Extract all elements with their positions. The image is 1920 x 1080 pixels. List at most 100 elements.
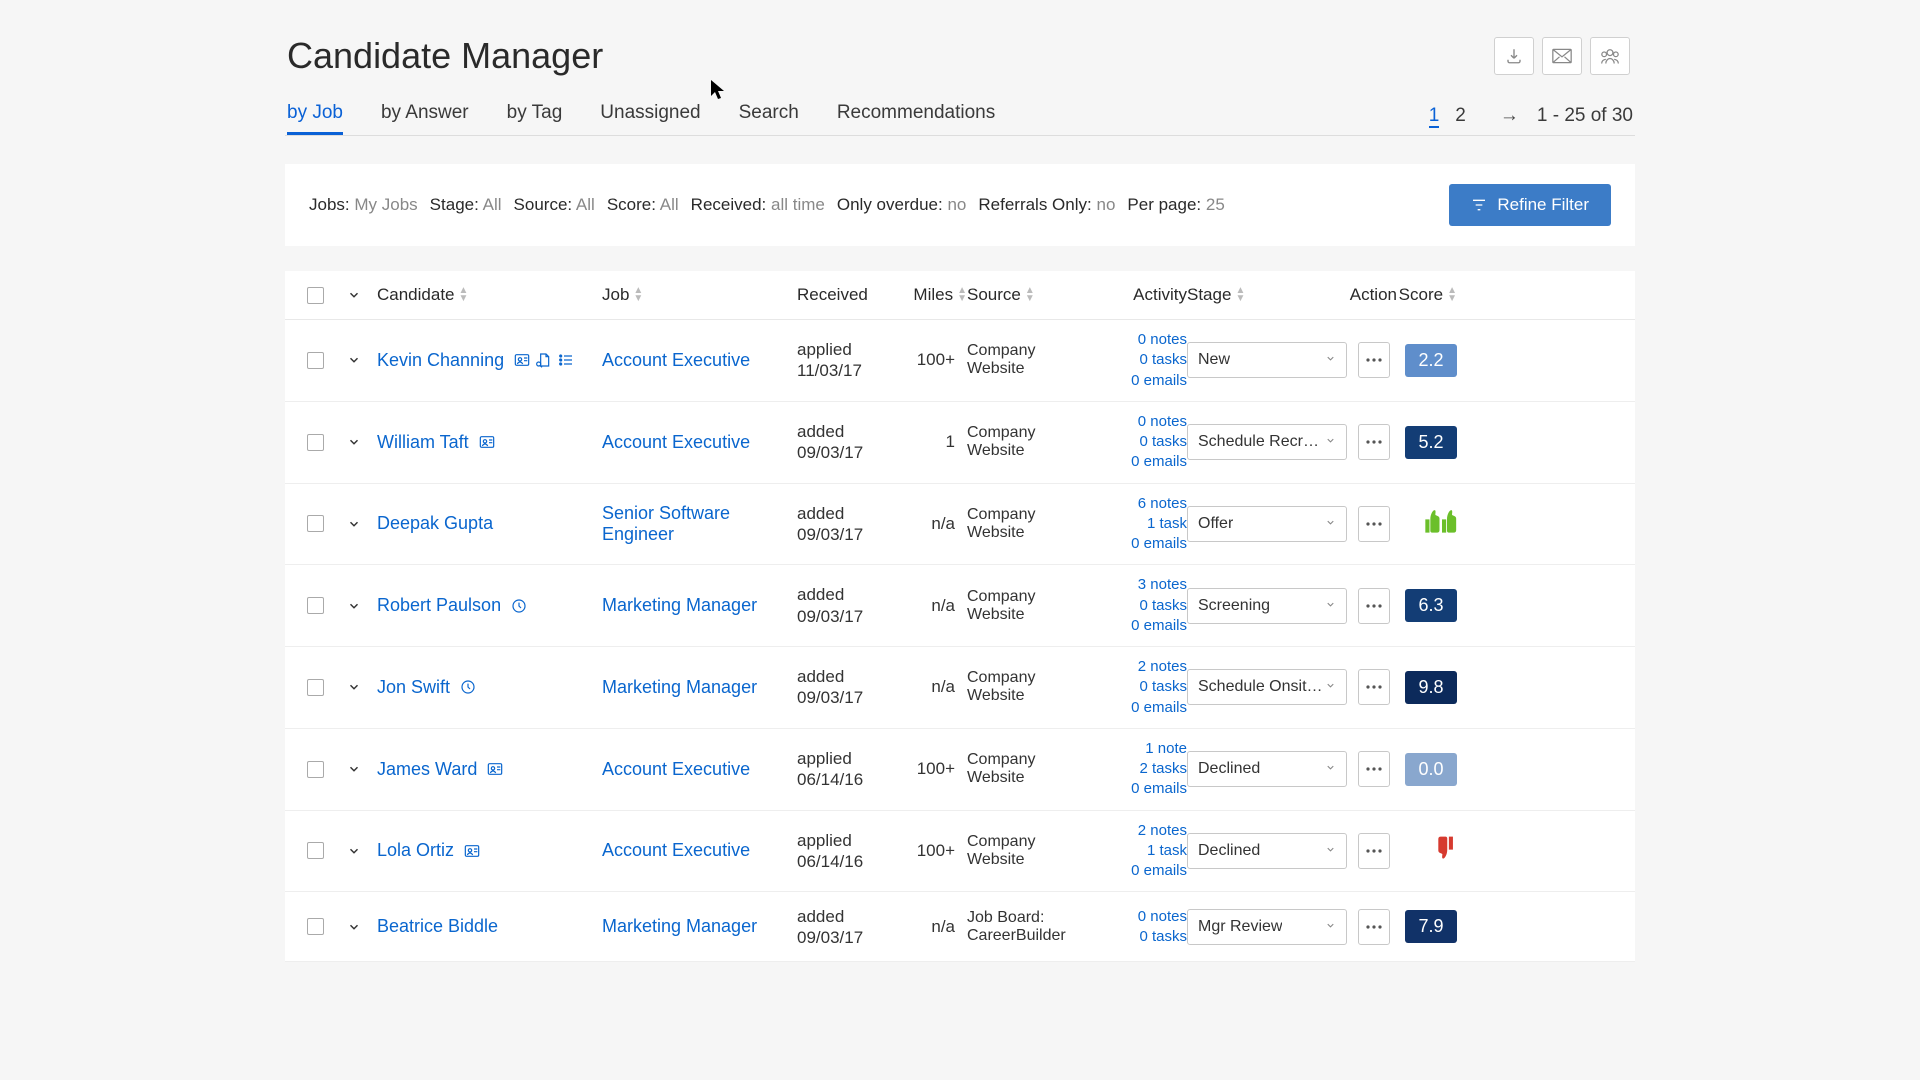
page-1[interactable]: 1 [1429, 105, 1440, 128]
row-checkbox[interactable] [307, 918, 324, 935]
job-link[interactable]: Senior Software Engineer [602, 503, 730, 544]
list-icon[interactable] [558, 352, 574, 368]
filter-source[interactable]: Source: All [514, 195, 595, 215]
tab-unassigned[interactable]: Unassigned [600, 102, 700, 135]
activity-link[interactable]: 0 tasks [1097, 677, 1187, 697]
candidate-link[interactable]: William Taft [377, 432, 469, 453]
filter-perpage[interactable]: Per page: 25 [1127, 195, 1224, 215]
candidate-link[interactable]: Jon Swift [377, 677, 450, 698]
row-checkbox[interactable] [307, 679, 324, 696]
stage-select[interactable]: Declined [1187, 833, 1347, 869]
filter-referralsonly[interactable]: Referrals Only: no [978, 195, 1115, 215]
row-action-button[interactable] [1358, 909, 1390, 945]
job-link[interactable]: Account Executive [602, 759, 750, 779]
expand-row-toggle[interactable] [347, 844, 377, 858]
expand-row-toggle[interactable] [347, 435, 377, 449]
job-link[interactable]: Marketing Manager [602, 595, 757, 615]
id-card-icon[interactable] [514, 352, 530, 368]
users-icon[interactable] [1590, 37, 1630, 75]
id-card-icon[interactable] [487, 761, 503, 777]
doc-search-icon[interactable] [536, 352, 552, 368]
stage-select[interactable]: Offer [1187, 506, 1347, 542]
candidate-link[interactable]: Lola Ortiz [377, 840, 454, 861]
activity-link[interactable]: 0 emails [1097, 698, 1187, 718]
row-action-button[interactable] [1358, 424, 1390, 460]
stage-select[interactable]: Declined [1187, 751, 1347, 787]
job-link[interactable]: Account Executive [602, 432, 750, 452]
next-page-arrow-icon[interactable]: → [1500, 105, 1519, 127]
clock-icon[interactable] [460, 679, 476, 695]
id-card-icon[interactable] [479, 434, 495, 450]
candidate-link[interactable]: Robert Paulson [377, 595, 501, 616]
row-checkbox[interactable] [307, 842, 324, 859]
activity-link[interactable]: 0 tasks [1097, 927, 1187, 947]
candidate-link[interactable]: James Ward [377, 759, 477, 780]
col-received[interactable]: Received [797, 285, 902, 305]
refine-filter-button[interactable]: Refine Filter [1449, 184, 1611, 226]
tab-by-answer[interactable]: by Answer [381, 102, 469, 135]
activity-link[interactable]: 0 emails [1097, 779, 1187, 799]
job-link[interactable]: Account Executive [602, 350, 750, 370]
select-all-checkbox[interactable] [307, 287, 324, 304]
expand-row-toggle[interactable] [347, 680, 377, 694]
tab-by-job[interactable]: by Job [287, 102, 343, 135]
stage-select[interactable]: Screening [1187, 588, 1347, 624]
expand-row-toggle[interactable] [347, 353, 377, 367]
page-2[interactable]: 2 [1455, 105, 1466, 126]
activity-link[interactable]: 0 tasks [1097, 432, 1187, 452]
activity-link[interactable]: 0 tasks [1097, 350, 1187, 370]
row-action-button[interactable] [1358, 833, 1390, 869]
activity-link[interactable]: 0 notes [1097, 330, 1187, 350]
activity-link[interactable]: 6 notes [1097, 494, 1187, 514]
col-source[interactable]: Source▲▼ [967, 285, 1097, 305]
expand-row-toggle[interactable] [347, 517, 377, 531]
filter-received[interactable]: Received: all time [691, 195, 825, 215]
tab-search[interactable]: Search [739, 102, 799, 135]
row-action-button[interactable] [1358, 342, 1390, 378]
row-action-button[interactable] [1358, 751, 1390, 787]
job-link[interactable]: Marketing Manager [602, 916, 757, 936]
activity-link[interactable]: 0 tasks [1097, 596, 1187, 616]
activity-link[interactable]: 2 notes [1097, 657, 1187, 677]
job-link[interactable]: Marketing Manager [602, 677, 757, 697]
expand-row-toggle[interactable] [347, 762, 377, 776]
filter-jobs[interactable]: Jobs: My Jobs [309, 195, 418, 215]
activity-link[interactable]: 0 emails [1097, 452, 1187, 472]
tab-by-tag[interactable]: by Tag [507, 102, 563, 135]
candidate-link[interactable]: Kevin Channing [377, 350, 504, 371]
candidate-link[interactable]: Deepak Gupta [377, 513, 493, 534]
row-action-button[interactable] [1358, 588, 1390, 624]
download-icon[interactable] [1494, 37, 1534, 75]
activity-link[interactable]: 0 emails [1097, 616, 1187, 636]
col-stage[interactable]: Stage▲▼ [1187, 285, 1352, 305]
activity-link[interactable]: 2 notes [1097, 821, 1187, 841]
activity-link[interactable]: 0 emails [1097, 534, 1187, 554]
activity-link[interactable]: 1 note [1097, 739, 1187, 759]
row-checkbox[interactable] [307, 434, 324, 451]
activity-link[interactable]: 0 notes [1097, 412, 1187, 432]
col-miles[interactable]: Miles▲▼ [902, 285, 967, 305]
activity-link[interactable]: 3 notes [1097, 575, 1187, 595]
filter-score[interactable]: Score: All [607, 195, 679, 215]
row-action-button[interactable] [1358, 506, 1390, 542]
tab-recommendations[interactable]: Recommendations [837, 102, 995, 135]
row-checkbox[interactable] [307, 515, 324, 532]
row-checkbox[interactable] [307, 597, 324, 614]
expand-all-toggle[interactable] [347, 288, 377, 302]
activity-link[interactable]: 1 task [1097, 841, 1187, 861]
filter-onlyoverdue[interactable]: Only overdue: no [837, 195, 967, 215]
mail-icon[interactable] [1542, 37, 1582, 75]
row-checkbox[interactable] [307, 761, 324, 778]
col-candidate[interactable]: Candidate▲▼ [377, 285, 602, 305]
activity-link[interactable]: 2 tasks [1097, 759, 1187, 779]
stage-select[interactable]: Schedule Recruit... [1187, 424, 1347, 460]
row-checkbox[interactable] [307, 352, 324, 369]
col-score[interactable]: Score▲▼ [1397, 285, 1457, 305]
col-job[interactable]: Job▲▼ [602, 285, 797, 305]
candidate-link[interactable]: Beatrice Biddle [377, 916, 498, 937]
activity-link[interactable]: 1 task [1097, 514, 1187, 534]
filter-stage[interactable]: Stage: All [430, 195, 502, 215]
stage-select[interactable]: Schedule Onsite I... [1187, 669, 1347, 705]
expand-row-toggle[interactable] [347, 920, 377, 934]
expand-row-toggle[interactable] [347, 599, 377, 613]
